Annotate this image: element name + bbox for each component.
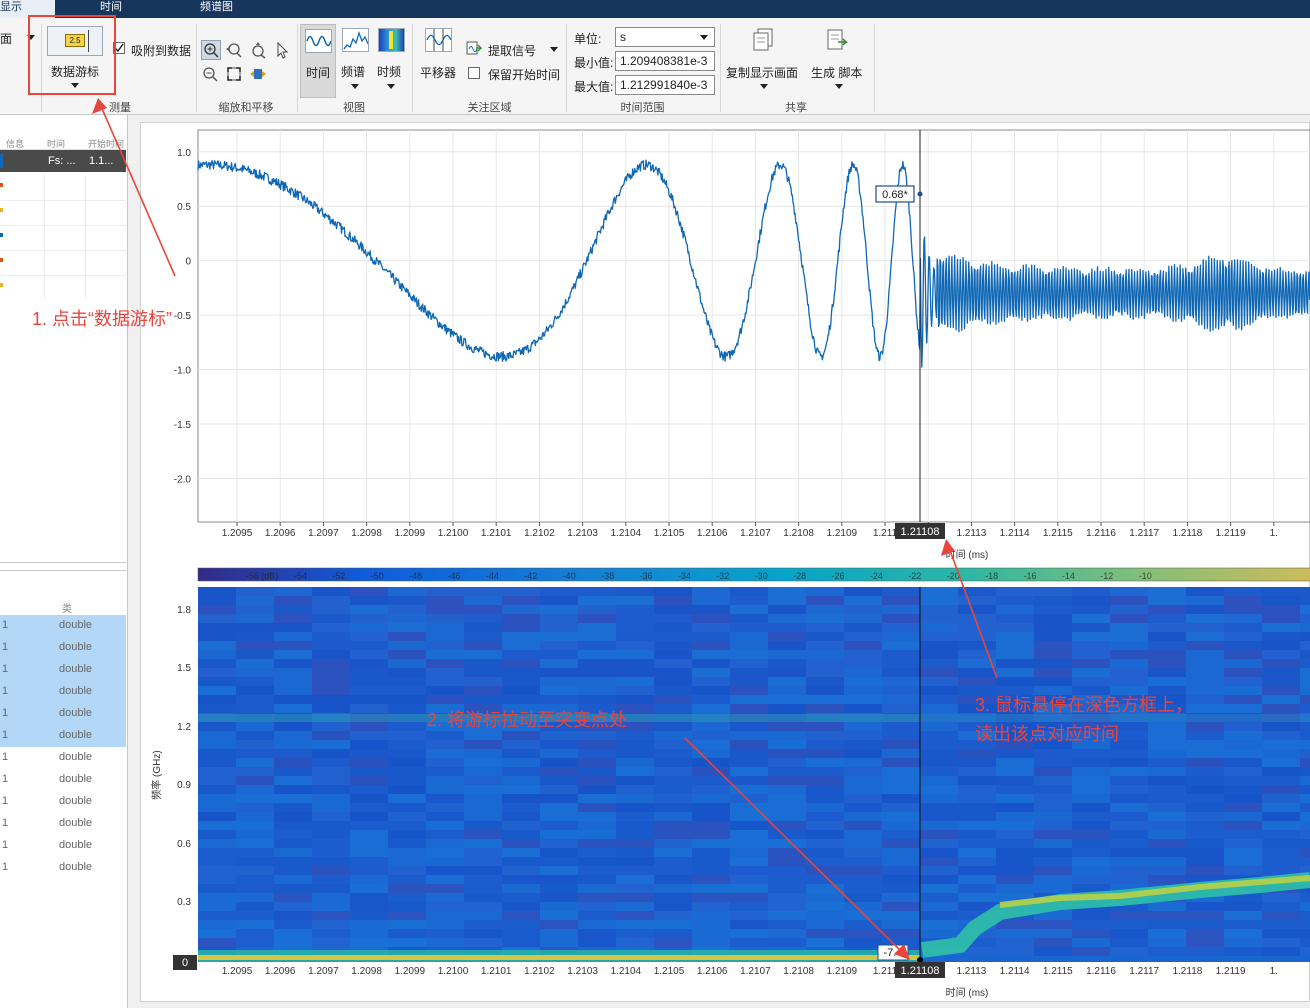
spec-ytick-label: 0 (182, 957, 188, 969)
colorbar-tick-label: -30 (755, 571, 768, 581)
colorbar-tick-label: -48 (409, 571, 422, 581)
time-xtick-label: 1. (1270, 528, 1278, 539)
colorbar-tick-label: -56 (dB) (246, 571, 279, 581)
time-ytick-label: -1.5 (174, 420, 192, 431)
colorbar-tick-label: -40 (563, 571, 576, 581)
time-xtick-label: 1.2107 (740, 528, 771, 539)
time-xtick-label: 1.2119 (1216, 528, 1246, 539)
spec-ytick-label: 0.6 (177, 839, 191, 850)
colorbar-tick-label: -18 (985, 571, 998, 581)
spec-ytick-label: 0.3 (177, 897, 191, 908)
spec-xtick-label: 1.2118 (1172, 966, 1202, 977)
time-plot[interactable]: 1.0 0.5 0 -0.5 -1.0 -1.5 -2.0 1.2095 1.2096 1.20… (174, 129, 1310, 561)
spectrogram-plot[interactable]: 1.8 1.5 1.2 0.9 0.6 0.3 0 1.2095 1.2096 1.2097 1.… (150, 587, 1310, 999)
time-xtick-label: 1.2103 (567, 528, 598, 539)
colorbar-tick-label: -36 (639, 571, 652, 581)
colorbar-tick-label: -32 (716, 571, 729, 581)
time-xtick-label: 1.2101 (481, 528, 512, 539)
time-xtick-label: 1.2116 (1086, 528, 1116, 539)
spec-xtick-label: 1.2100 (438, 966, 469, 977)
time-xtick-label: 1.2097 (308, 528, 339, 539)
colorbar-tick-label: -44 (486, 571, 499, 581)
spec-xtick-label: 1. (1270, 966, 1278, 977)
colorbar-tick-label: -38 (601, 571, 614, 581)
plots-svg: 1.00.50-0.5-1.0-1.5-2.0 1.2095 1.2096 1.20… (92, 98, 1310, 999)
colorbar-tick-label: -24 (870, 571, 883, 581)
spec-ytick-label: 0.9 (177, 780, 191, 791)
colorbar-tick-label: -12 (1100, 571, 1113, 581)
colorbar-tick-label: -46 (447, 571, 460, 581)
annotation-step3-line1: 3. 鼠标悬停在深色方框上， (975, 695, 1194, 715)
time-xtick-label: 1.2117 (1129, 528, 1159, 539)
time-xtick-label: 1.2114 (1000, 528, 1030, 539)
annotation-step3-line2: 读出该点对应时间 (975, 724, 1119, 744)
spec-ytick-label: 1.8 (177, 605, 191, 616)
colorbar-tick-label: -26 (831, 571, 844, 581)
spec-ytick-label: 1.5 (177, 663, 191, 674)
spec-xtick-label: 1.2106 (697, 966, 728, 977)
spec-xtick-label: 1.211 (873, 966, 898, 977)
time-ytick-label: 0.5 (177, 202, 191, 213)
time-ytick-label: -0.5 (174, 311, 192, 322)
spec-xtick-label: 1.2098 (351, 966, 382, 977)
time-xtick-label: 1.211 (873, 528, 898, 539)
time-ytick-label: 1.0 (177, 148, 191, 159)
time-ytick-label: -2.0 (174, 474, 192, 485)
colorbar-tick-label: -42 (524, 571, 537, 581)
colorbar-tick-label: -10 (1139, 571, 1152, 581)
colorbar-tick-label: -16 (1023, 571, 1036, 581)
spec-xtick-label: 1.2099 (395, 966, 426, 977)
spec-ylabel: 频率 (GHz) (150, 750, 163, 799)
spec-xtick-label: 1.2115 (1043, 966, 1073, 977)
time-xtick-label: 1.2104 (611, 528, 642, 539)
time-xtick-label: 1.2102 (524, 528, 555, 539)
spec-xtick-label: 1.2104 (611, 966, 642, 977)
spec-xtick-label: 1.2105 (654, 966, 685, 977)
colorbar-tick-label: -22 (908, 571, 921, 581)
time-xtick-label: 1.2095 (222, 528, 253, 539)
spec-xtick-label: 1.2116 (1086, 966, 1116, 977)
svg-text:1.21108: 1.21108 (901, 965, 940, 977)
time-xtick-label: 1.2115 (1043, 528, 1073, 539)
colorbar-tick-label: -14 (1062, 571, 1075, 581)
time-ytick-label: -1.0 (174, 366, 192, 377)
colorbar: -56 (dB) -54 -52 -50 -48 -46 -44 -42 -40 -38 -36 -3… (197, 567, 1310, 582)
spec-xtick-label: 1.2114 (1000, 966, 1030, 977)
colorbar-tick-label: -28 (793, 571, 806, 581)
spec-xtick-label: 1.2117 (1129, 966, 1159, 977)
spec-xtick-label: 1.2095 (222, 966, 253, 977)
time-xtick-label: 1.2118 (1172, 528, 1202, 539)
spec-xtick-label: 1.2101 (481, 966, 512, 977)
colorbar-tick-label: -52 (332, 571, 345, 581)
annotation-step1: 1. 点击“数据游标” (32, 309, 173, 329)
annotation-step2: 2. 将游标拉动至突变点处 (427, 710, 628, 730)
svg-text:1.21108: 1.21108 (901, 526, 940, 538)
spec-xtick-label: 1.2113 (956, 966, 986, 977)
time-xtick-label: 1.2105 (654, 528, 685, 539)
spec-xtick-label: 1.2103 (567, 966, 598, 977)
time-xtick-label: 1.2109 (827, 528, 858, 539)
spec-xtick-label: 1.2109 (827, 966, 858, 977)
time-xtick-label: 1.2099 (395, 528, 426, 539)
time-xtick-label: 1.2100 (438, 528, 469, 539)
time-xtick-label: 1.2096 (265, 528, 296, 539)
spec-xtick-label: 1.2097 (308, 966, 339, 977)
svg-text:0.68*: 0.68* (882, 189, 908, 201)
spec-ytick-label: 1.2 (177, 722, 191, 733)
time-xtick-label: 1.2108 (783, 528, 814, 539)
colorbar-tick-label: -34 (678, 571, 691, 581)
time-ytick-label: 0 (185, 257, 191, 268)
colorbar-tick-label: -54 (294, 571, 307, 581)
colorbar-tick-label: -50 (371, 571, 384, 581)
spec-xlabel: 时间 (ms) (946, 986, 989, 999)
spec-xtick-label: 1.2119 (1216, 966, 1246, 977)
spec-xtick-label: 1.2108 (783, 966, 814, 977)
spec-xtick-label: 1.2096 (265, 966, 296, 977)
time-xtick-label: 1.2106 (697, 528, 728, 539)
time-xtick-label: 1.2098 (351, 528, 382, 539)
time-xtick-label: 1.2113 (956, 528, 986, 539)
spec-xtick-label: 1.2107 (740, 966, 771, 977)
spec-xtick-label: 1.2102 (524, 966, 555, 977)
